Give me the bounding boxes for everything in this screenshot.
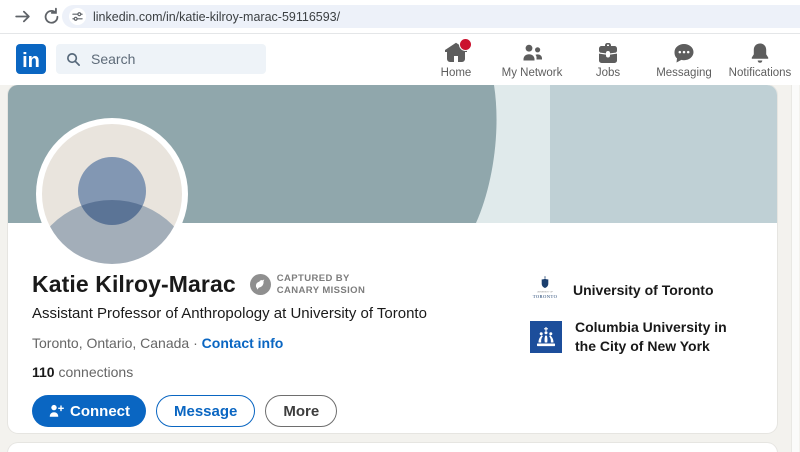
nav-item-notifications[interactable]: Notifications: [722, 35, 798, 85]
page-scrollbar[interactable]: [791, 85, 799, 452]
linkedin-logo[interactable]: in: [16, 44, 46, 74]
capture-badge-line1: CAPTURED BY: [276, 273, 350, 285]
messaging-icon: [672, 41, 696, 65]
nav-item-messaging[interactable]: Messaging: [646, 35, 722, 85]
connect-icon: [49, 404, 64, 417]
notification-dot: [459, 38, 472, 51]
connect-button[interactable]: Connect: [32, 395, 146, 427]
canary-bird-icon: [249, 274, 271, 295]
profile-headline: Assistant Professor of Anthropology at U…: [32, 305, 427, 322]
profile-name: Katie Kilroy-Marac: [32, 271, 236, 297]
nav-item-my-network[interactable]: My Network: [494, 35, 570, 85]
more-button[interactable]: More: [265, 395, 338, 427]
search-box[interactable]: [56, 44, 266, 74]
separator: ·: [189, 335, 202, 351]
org-columbia-university[interactable]: Columbia University in the City of New Y…: [530, 318, 760, 356]
search-input[interactable]: [89, 50, 253, 68]
reload-icon[interactable]: [42, 7, 61, 26]
svg-text:TORONTO: TORONTO: [533, 294, 558, 299]
browser-toolbar: linkedin.com/in/katie-kilroy-marac-59116…: [0, 0, 800, 34]
profile-photo[interactable]: [36, 118, 188, 270]
nav-items: Home My Network Jobs Messaging Notificat…: [418, 35, 798, 85]
address-bar[interactable]: linkedin.com/in/katie-kilroy-marac-59116…: [62, 5, 800, 28]
next-section-card: [8, 443, 777, 452]
forward-icon[interactable]: [13, 7, 32, 26]
org-name: University of Toronto: [573, 281, 714, 298]
org-name: Columbia University in the City of New Y…: [575, 319, 727, 354]
message-button[interactable]: Message: [156, 395, 256, 427]
connect-button-label: Connect: [70, 402, 130, 420]
connections-row[interactable]: 110 connections: [32, 364, 512, 380]
organizations: UNIVERSITY OF TORONTO University of Toro…: [530, 275, 760, 369]
columbia-university-crown-logo: [530, 320, 562, 353]
linkedin-navbar: in Home My Network: [0, 33, 800, 85]
jobs-icon: [596, 41, 620, 65]
capture-badge: CAPTURED BY CANARY MISSION: [249, 273, 366, 296]
connections-label: connections: [54, 364, 134, 380]
university-of-toronto-logo: UNIVERSITY OF TORONTO: [530, 275, 560, 305]
action-buttons: Connect Message More: [32, 395, 512, 427]
search-icon: [67, 52, 80, 66]
location-row: Toronto, Ontario, Canada · Contact info: [32, 335, 512, 351]
profile-info: Katie Kilroy-Marac CAPTURED BY CANARY MI…: [32, 271, 512, 427]
contact-info-link[interactable]: Contact info: [202, 335, 284, 351]
connections-count: 110: [32, 364, 55, 380]
site-info-icon[interactable]: [69, 8, 86, 25]
home-icon: [444, 38, 472, 65]
location-text: Toronto, Ontario, Canada: [32, 335, 190, 351]
my-network-icon: [520, 41, 544, 65]
url-text: linkedin.com/in/katie-kilroy-marac-59116…: [93, 9, 341, 24]
notifications-icon: [748, 41, 772, 65]
capture-badge-line2: CANARY MISSION: [276, 284, 366, 296]
profile-card: Katie Kilroy-Marac CAPTURED BY CANARY MI…: [8, 85, 777, 433]
screen: linkedin.com/in/katie-kilroy-marac-59116…: [0, 0, 800, 452]
org-university-of-toronto[interactable]: UNIVERSITY OF TORONTO University of Toro…: [530, 275, 760, 305]
nav-item-jobs[interactable]: Jobs: [570, 35, 646, 85]
nav-item-home[interactable]: Home: [418, 35, 494, 85]
